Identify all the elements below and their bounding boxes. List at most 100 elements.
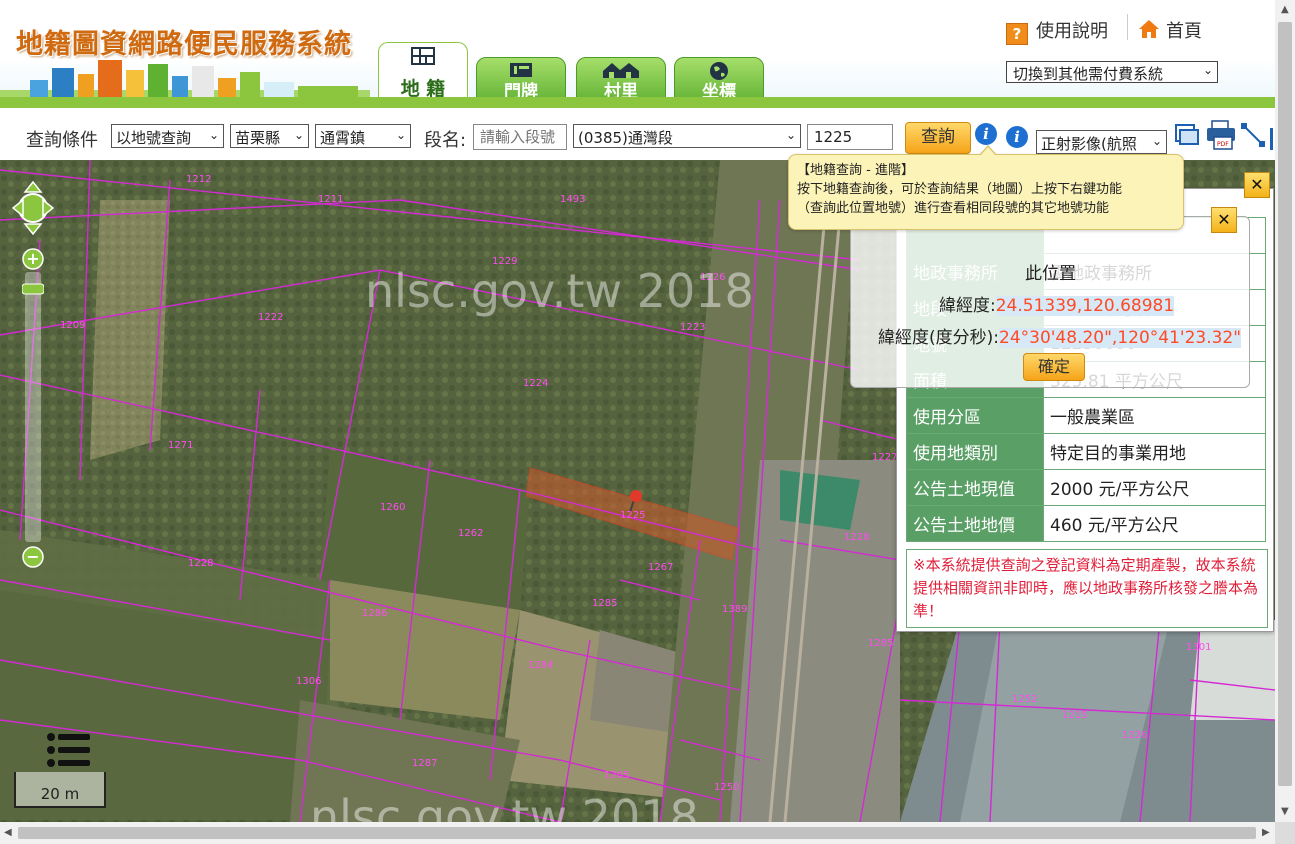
parcel-number-label: 1287 xyxy=(412,758,438,769)
parcel-number-label: 1284 xyxy=(528,660,554,671)
info-icon[interactable]: i xyxy=(1006,126,1028,148)
pan-control[interactable] xyxy=(11,176,55,240)
parcel-number-label: 1212 xyxy=(186,174,212,185)
tooltip-line-1: 按下地籍查詢後，可於查詢結果（地圖）上按下右鍵功能 xyxy=(797,182,1123,197)
parcel-number-input[interactable]: 1225 xyxy=(807,124,893,150)
help-icon: ? xyxy=(1006,23,1028,45)
parcel-number-label: 1271 xyxy=(168,440,194,451)
tooltip-line-2: （查詢此位置地號）進行查看相同段號的其它地號功能 xyxy=(797,201,1110,216)
help-label: 使用說明 xyxy=(1036,21,1108,42)
imagery-value: 正射影像(航照 xyxy=(1041,135,1137,153)
parcel-number-label: 1222 xyxy=(258,312,284,323)
imagery-select[interactable]: 正射影像(航照 ⌄ xyxy=(1036,130,1167,154)
chevron-down-icon: ⌄ xyxy=(395,128,406,142)
section-code-input[interactable] xyxy=(473,124,567,150)
toolbar-overflow-icon xyxy=(1270,128,1273,150)
watermark-bottom: nlsc.gov.tw 2018 xyxy=(310,790,699,822)
tooltip-title: 【地籍查詢 - 進階】 xyxy=(797,163,914,178)
result-value: 一般農業區 xyxy=(1043,397,1266,434)
horizontal-scrollbar[interactable]: ◀ ▶ xyxy=(0,822,1275,844)
parcel-number-label: 1211 xyxy=(318,194,344,205)
query-condition-label: 查詢條件 xyxy=(26,130,98,151)
window-icon[interactable] xyxy=(1174,122,1200,148)
parcel-number-label: 1285 xyxy=(868,638,894,649)
parcel-number-value: 1225 xyxy=(814,128,853,146)
query-mode-value: 以地號查詢 xyxy=(116,129,192,147)
county-select[interactable]: 苗栗縣 ⌄ xyxy=(230,124,309,148)
close-coord-popup-button[interactable]: ✕ xyxy=(1211,207,1237,233)
parcel-number-label: 1226 xyxy=(1122,730,1148,741)
parcel-number-label: 1389 xyxy=(722,604,748,615)
list-layers-icon[interactable] xyxy=(46,732,92,772)
chevron-down-icon: ⌄ xyxy=(293,128,304,142)
town-select[interactable]: 通霄鎮 ⌄ xyxy=(315,124,411,148)
parcel-number-label: 1493 xyxy=(560,194,586,205)
close-result-button[interactable]: ✕ xyxy=(1244,172,1270,198)
vertical-scrollbar[interactable]: ▲ ▼ xyxy=(1275,0,1295,822)
query-bar: 查詢條件 以地號查詢 ⌄ 苗栗縣 ⌄ 通霄鎮 ⌄ 段名: (0385)通灣段 ⌄ 122… xyxy=(0,112,1275,160)
coord-title: 此位置 xyxy=(1025,264,1076,284)
parcel-number-label: 1228 xyxy=(188,558,214,569)
scrollbar-corner xyxy=(1275,822,1295,844)
scroll-down-icon[interactable]: ▼ xyxy=(1281,806,1289,817)
system-switch-value: 切換到其他需付費系統 xyxy=(1013,65,1164,83)
county-value: 苗栗縣 xyxy=(235,129,281,147)
coordinate-popup: 此位置 緯經度:24.51339,120.68981 緯經度(度分秒):24°3… xyxy=(850,207,1250,388)
result-value: 460 元/平方公尺 xyxy=(1043,505,1266,542)
result-key: 使用地類別 xyxy=(906,433,1044,470)
query-mode-select[interactable]: 以地號查詢 ⌄ xyxy=(111,124,224,148)
scale-bar: 20 m xyxy=(14,772,106,808)
parcel-number-label: 1215 xyxy=(1062,710,1088,721)
zoom-slider[interactable]: + − xyxy=(22,248,44,570)
scroll-up-icon[interactable]: ▲ xyxy=(1281,4,1289,15)
header: 地籍圖資網路便民服務系統 地 籍 門牌 村里 坐標 ? 使用說明 首頁 切換到其他… xyxy=(0,0,1275,108)
measure-line-icon[interactable] xyxy=(1240,122,1266,148)
parcel-number-label: 1209 xyxy=(60,320,86,331)
result-key: 公告土地現值 xyxy=(906,469,1044,506)
app-title: 地籍圖資網路便民服務系統 xyxy=(16,29,352,60)
confirm-button[interactable]: 確定 xyxy=(1023,353,1085,381)
info-icon-advanced[interactable]: i xyxy=(975,123,997,145)
parcel-number-label: 1285 xyxy=(592,598,618,609)
parcel-number-label: 1224 xyxy=(523,378,549,389)
home-link[interactable]: 首頁 xyxy=(1138,17,1202,44)
parcel-number-label: 1225 xyxy=(620,510,646,521)
scroll-right-icon[interactable]: ▶ xyxy=(1262,827,1270,838)
parcel-number-label: 1228 xyxy=(844,532,870,543)
result-key: 公告土地地價 xyxy=(906,505,1044,542)
home-icon xyxy=(1138,19,1160,44)
horizontal-scroll-thumb[interactable] xyxy=(18,827,1256,839)
parcel-number-label: 1205 xyxy=(604,770,630,781)
parcel-number-label: 1301 xyxy=(1186,642,1212,653)
result-row: 公告土地地價 460 元/平方公尺 xyxy=(906,505,1266,542)
scroll-left-icon[interactable]: ◀ xyxy=(4,827,12,838)
result-row: 使用地類別 特定目的事業用地 xyxy=(906,433,1266,470)
chevron-down-icon: ⌄ xyxy=(785,128,796,142)
query-button[interactable]: 查詢 xyxy=(905,122,971,154)
svg-text:PDF: PDF xyxy=(1217,141,1229,148)
section-label: 段名: xyxy=(424,130,467,151)
watermark: nlsc.gov.tw 2018 xyxy=(365,264,754,318)
help-link[interactable]: ? 使用說明 xyxy=(1006,17,1108,45)
home-label: 首頁 xyxy=(1166,21,1202,42)
result-row: 使用分區 一般農業區 xyxy=(906,397,1266,434)
coord-decimal-label: 緯經度: xyxy=(939,296,996,316)
parcel-number-label: 1306 xyxy=(296,676,322,687)
svg-text:−: − xyxy=(26,547,39,566)
disclaimer-note: ※本系統提供查詢之登記資料為定期產製，故本系統提供相關資訊非即時，應以地政事務所… xyxy=(906,549,1268,628)
coord-dms-label: 緯經度(度分秒): xyxy=(878,328,999,348)
chevron-down-icon: ⌄ xyxy=(208,128,219,142)
system-switch-select[interactable]: 切換到其他需付費系統 ⌄ xyxy=(1006,61,1218,83)
section-select[interactable]: (0385)通灣段 ⌄ xyxy=(573,124,801,148)
map-grid-icon xyxy=(379,46,467,71)
result-value: 特定目的事業用地 xyxy=(1043,433,1266,470)
chevron-down-icon: ⌄ xyxy=(1202,63,1213,77)
parcel-number-label: 1262 xyxy=(458,528,484,539)
parcel-number-label: 1250 xyxy=(714,782,740,793)
parcel-number-label: 1260 xyxy=(380,502,406,513)
town-value: 通霄鎮 xyxy=(320,129,366,147)
print-pdf-icon[interactable]: PDF xyxy=(1205,120,1237,150)
vertical-scroll-thumb[interactable] xyxy=(1278,22,1292,786)
svg-text:+: + xyxy=(26,249,39,268)
result-row: 公告土地現值 2000 元/平方公尺 xyxy=(906,469,1266,506)
